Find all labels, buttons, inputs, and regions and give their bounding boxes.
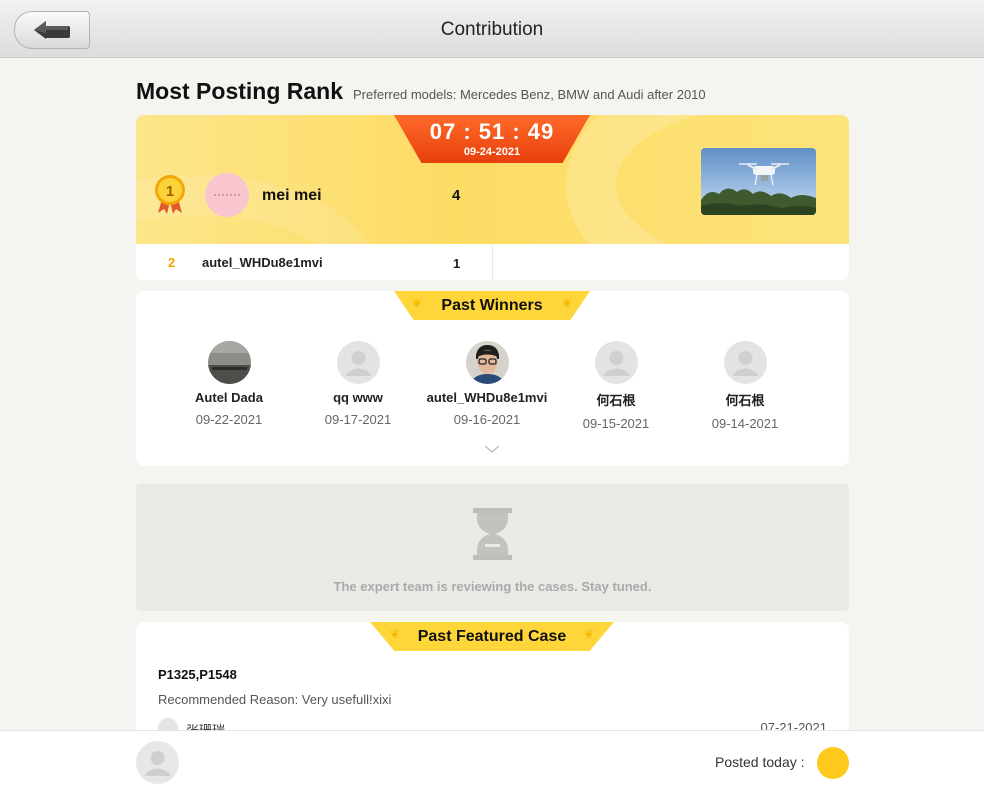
rank-count: 1	[453, 256, 461, 271]
laurel-right-icon: ❦	[561, 296, 572, 310]
medal-number: 1	[166, 183, 174, 200]
rank-title: Most Posting Rank	[136, 78, 344, 104]
first-place-name: mei mei	[262, 187, 322, 204]
winner-name: qq www	[333, 390, 383, 405]
rank-header: Most Posting Rank Preferred models: Merc…	[136, 78, 706, 105]
winner-name: Autel Dada	[195, 390, 263, 405]
review-placeholder: The expert team is reviewing the cases. …	[136, 484, 849, 611]
winner-name: 何石根	[596, 393, 636, 408]
footer-bar: Posted today :	[0, 730, 984, 789]
rank-card: 07 : 51 : 49 09-24-2021 1 mei mei 4 2 au…	[136, 115, 849, 280]
past-winners-card: ❦ Past Winners ❦ Autel Dada 09-22-2021 q…	[136, 291, 849, 466]
section-title: Past Winners	[441, 296, 543, 314]
rank-row[interactable]: 2 autel_WHDu8e1mvi 1	[136, 244, 849, 280]
default-user-icon	[603, 351, 629, 376]
winner-date: 09-17-2021	[324, 412, 392, 427]
rank-banner: 07 : 51 : 49 09-24-2021 1 mei mei 4	[136, 115, 849, 244]
timer-date: 09-24-2021	[463, 146, 521, 158]
posted-today-label: Posted today :	[715, 754, 805, 770]
case-reason: Recommended Reason: Very usefull!xixi	[158, 692, 392, 707]
winner-item[interactable]: autel_WHDu8e1mvi 09-16-2021	[417, 341, 557, 427]
countdown-timer: 07 : 51 : 49 09-24-2021	[394, 115, 590, 163]
hourglass-icon	[473, 508, 512, 560]
winner-item[interactable]: Autel Dada 09-22-2021	[159, 341, 299, 427]
avatar	[723, 341, 767, 384]
gold-medal-icon: 1	[155, 175, 185, 214]
past-winners-ribbon: ❦ Past Winners ❦	[394, 291, 590, 320]
posted-today-indicator	[817, 747, 849, 779]
page-title: Contribution	[440, 19, 544, 40]
winner-date: 09-16-2021	[453, 412, 521, 427]
rank-name: autel_WHDu8e1mvi	[202, 255, 323, 270]
chevron-down-icon[interactable]	[484, 444, 500, 454]
avatar	[158, 718, 178, 730]
avatar	[594, 341, 638, 384]
featured-ribbon: ❦ Past Featured Case ❦	[370, 622, 614, 651]
winner-name: 何石根	[725, 393, 765, 408]
winner-item[interactable]: 何石根 09-15-2021	[546, 341, 686, 431]
case-date: 07-21-2021	[760, 720, 828, 730]
default-user-icon	[732, 351, 758, 376]
top-bar: Contribution	[0, 0, 984, 58]
featured-case-card[interactable]: ❦ Past Featured Case ❦ P1325,P1548 Recom…	[136, 622, 849, 730]
timer-time: 07 : 51 : 49	[429, 119, 555, 144]
winner-name: autel_WHDu8e1mvi	[426, 390, 548, 405]
default-user-icon	[345, 351, 371, 376]
avatar	[465, 341, 509, 384]
rank-subtitle: Preferred models: Mercedes Benz, BMW and…	[353, 87, 706, 102]
rank-number: 2	[168, 255, 176, 270]
laurel-left-icon: ❦	[412, 296, 423, 310]
winner-date: 09-22-2021	[195, 412, 263, 427]
winner-date: 09-15-2021	[582, 416, 650, 431]
avatar[interactable]	[136, 741, 179, 784]
content-area[interactable]: Most Posting Rank Preferred models: Merc…	[0, 58, 984, 730]
laurel-right-icon: ❦	[583, 627, 594, 641]
laurel-left-icon: ❦	[390, 627, 401, 641]
first-place-count: 4	[452, 187, 461, 204]
case-title[interactable]: P1325,P1548	[158, 667, 237, 682]
avatar[interactable]	[205, 173, 249, 217]
section-title: Past Featured Case	[417, 627, 567, 645]
avatar	[336, 341, 380, 384]
review-message: The expert team is reviewing the cases. …	[333, 579, 652, 594]
default-user-icon	[145, 751, 170, 776]
winner-date: 09-14-2021	[711, 416, 779, 431]
case-author: 张珊瑞	[186, 720, 225, 730]
avatar	[207, 341, 251, 384]
winner-item[interactable]: qq www 09-17-2021	[288, 341, 428, 427]
prize-drone-image	[701, 148, 816, 215]
winner-item[interactable]: 何石根 09-14-2021	[675, 341, 815, 431]
